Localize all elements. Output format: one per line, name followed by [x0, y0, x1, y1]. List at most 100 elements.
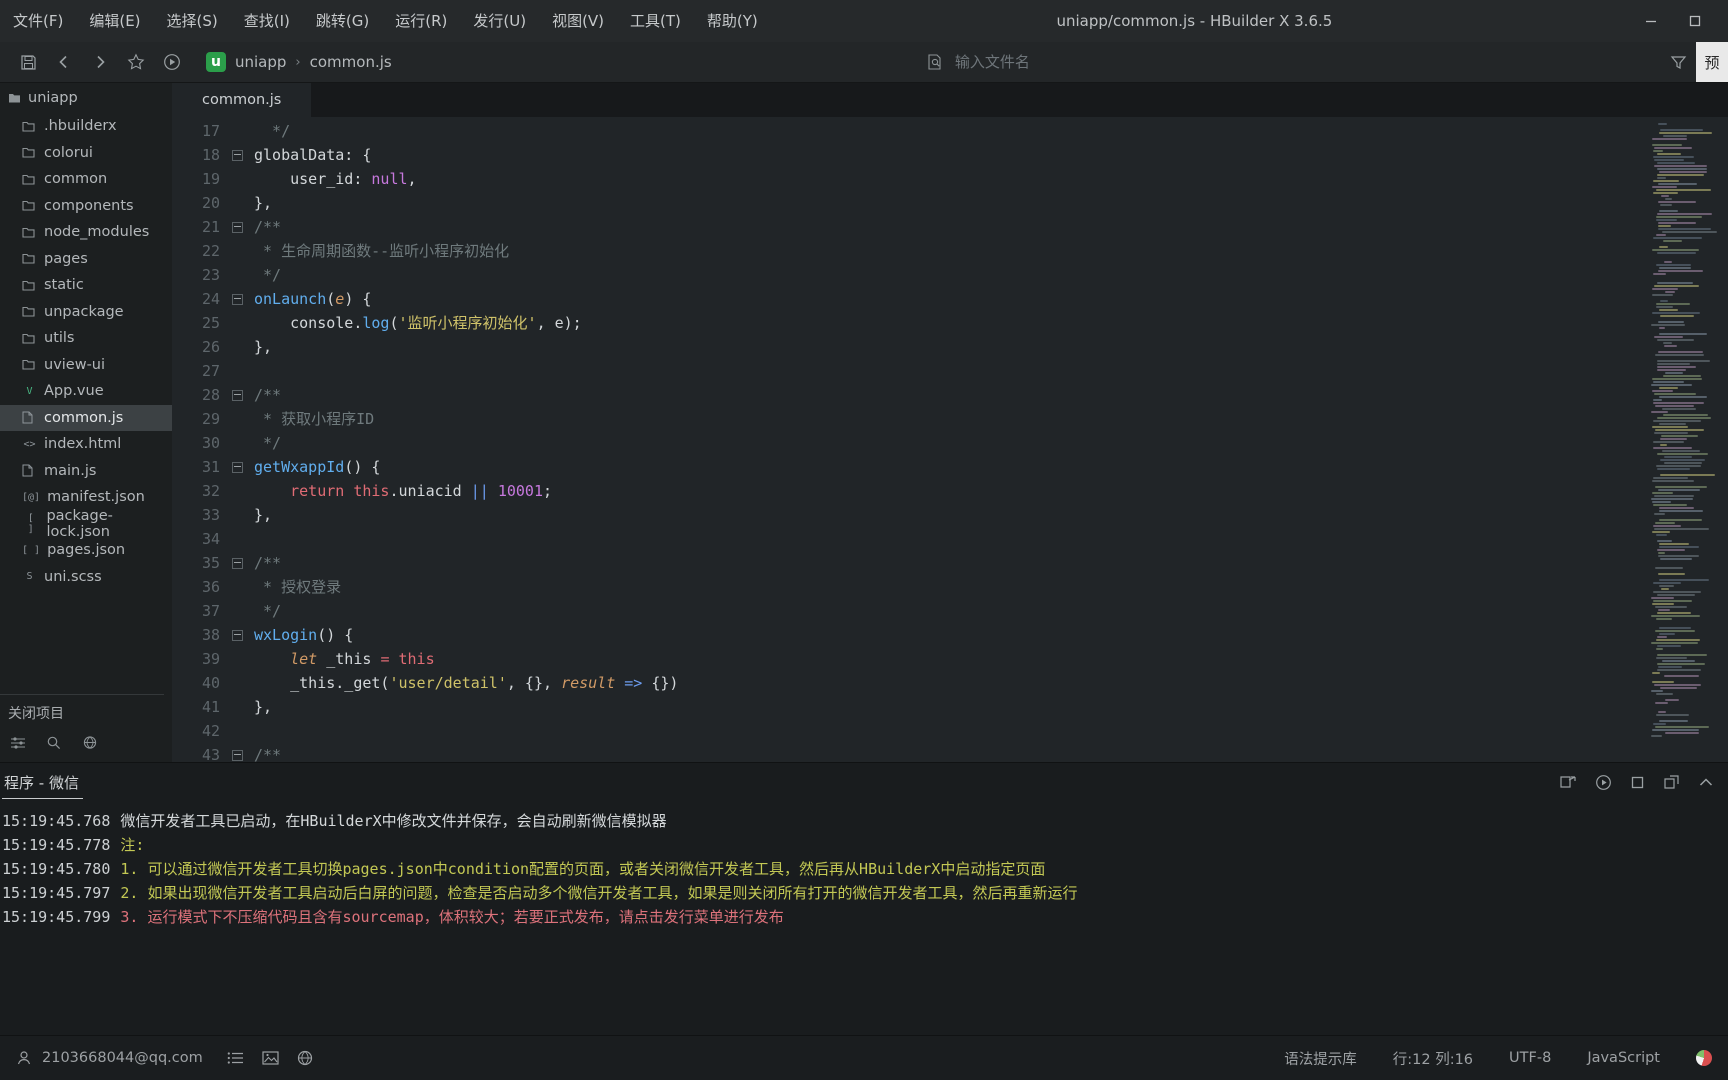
preview-button[interactable]: 预 [1696, 42, 1728, 82]
code-line[interactable]: 39 let _this = this [172, 647, 1644, 671]
tree-item[interactable]: <> index.html [0, 431, 172, 458]
code-line[interactable]: 18 globalData: { [172, 143, 1644, 167]
fold-marker-icon[interactable] [231, 389, 243, 401]
code-line[interactable]: 24 onLaunch(e) { [172, 287, 1644, 311]
tree-item[interactable]: common.js [0, 404, 172, 431]
console-tab[interactable]: 程序 - 微信 [2, 766, 83, 799]
code-line[interactable]: 31 getWxappId() { [172, 455, 1644, 479]
forward-button[interactable] [82, 47, 118, 77]
run-button[interactable] [154, 47, 190, 77]
code-line[interactable]: 42 [172, 719, 1644, 743]
fold-marker-icon[interactable] [231, 749, 243, 761]
code-line[interactable]: 21 /** [172, 215, 1644, 239]
outline-list-icon[interactable] [227, 1051, 244, 1065]
language[interactable]: JavaScript [1587, 1050, 1660, 1066]
globe-icon[interactable] [82, 735, 98, 750]
fold-marker-icon[interactable] [231, 629, 243, 641]
maximize-button[interactable] [1688, 14, 1702, 28]
code-line[interactable]: 41}, [172, 695, 1644, 719]
code-line[interactable]: 43 /** [172, 743, 1644, 762]
tree-item[interactable]: utils [0, 325, 172, 352]
back-button[interactable] [46, 47, 82, 77]
browser-icon[interactable] [297, 1050, 313, 1066]
detach-panel-icon[interactable] [1663, 774, 1680, 790]
code-line[interactable]: 32 return this.uniacid || 10001; [172, 479, 1644, 503]
file-search-input[interactable] [952, 52, 1107, 72]
tree-item[interactable]: uview-ui [0, 352, 172, 379]
tree-item[interactable]: unpackage [0, 299, 172, 326]
code-area[interactable]: 17 */18 globalData: {19 user_id: null, 20}… [172, 117, 1644, 762]
menu-item[interactable]: 帮助(Y) [694, 0, 771, 42]
code-line[interactable]: 33}, [172, 503, 1644, 527]
file-search-box[interactable] [926, 52, 1126, 72]
fold-marker-icon[interactable] [231, 293, 243, 305]
collapse-panel-icon[interactable] [1698, 776, 1714, 788]
minimize-button[interactable] [1644, 14, 1658, 28]
menu-item[interactable]: 发行(U) [460, 0, 539, 42]
code-line[interactable]: 35 /** [172, 551, 1644, 575]
code-line[interactable]: 29 * 获取小程序ID [172, 407, 1644, 431]
tree-item[interactable]: [ ] pages.json [0, 537, 172, 564]
open-in-browser-icon[interactable] [1559, 774, 1577, 790]
tree-item[interactable]: V App.vue [0, 378, 172, 405]
menu-item[interactable]: 选择(S) [154, 0, 231, 42]
tree-item[interactable]: components [0, 193, 172, 220]
fold-marker-icon[interactable] [231, 221, 243, 233]
menu-item[interactable]: 查找(I) [231, 0, 303, 42]
code-line[interactable]: 40 _this._get('user/detail', {}, result … [172, 671, 1644, 695]
code-line[interactable]: 25 console.log('监听小程序初始化', e); [172, 311, 1644, 335]
code-line[interactable]: 28 /** [172, 383, 1644, 407]
menu-item[interactable]: 文件(F) [0, 0, 76, 42]
code-line[interactable]: 26}, [172, 335, 1644, 359]
fold-marker-icon[interactable] [231, 557, 243, 569]
code-line[interactable]: 27 [172, 359, 1644, 383]
code-line[interactable]: 30 */ [172, 431, 1644, 455]
tree-item[interactable]: colorui [0, 140, 172, 167]
search-icon[interactable] [46, 735, 62, 750]
code-line[interactable]: 17 */ [172, 119, 1644, 143]
code-line[interactable]: 19 user_id: null, [172, 167, 1644, 191]
account-area[interactable]: 2103668044@qq.com [16, 1050, 203, 1066]
tree-item[interactable]: .hbuilderx [0, 113, 172, 140]
syntax-lib[interactable]: 语法提示库 [1284, 1048, 1357, 1069]
favorite-button[interactable] [118, 47, 154, 77]
console-output[interactable]: 15:19:45.768 微信开发者工具已启动，在HBuilderX中修改文件并保… [0, 801, 1728, 929]
menu-item[interactable]: 跳转(G) [303, 0, 382, 42]
tree-item[interactable]: Suni.scss [0, 564, 172, 591]
tree-item[interactable]: common [0, 166, 172, 193]
rerun-icon[interactable] [1595, 774, 1612, 791]
tree-item[interactable]: static [0, 272, 172, 299]
encoding[interactable]: UTF-8 [1509, 1050, 1551, 1066]
minimap[interactable] [1644, 117, 1728, 762]
tree-item[interactable]: [ ] package-lock.json [0, 508, 172, 540]
tree-item[interactable]: pages [0, 246, 172, 273]
image-icon[interactable] [262, 1051, 279, 1065]
cursor-position[interactable]: 行:12 列:16 [1393, 1048, 1473, 1069]
editor-tab-common-js[interactable]: common.js [172, 83, 312, 117]
project-root[interactable]: uniapp [0, 83, 172, 113]
breadcrumb-project[interactable]: uniapp [235, 53, 286, 71]
code-line[interactable]: 23 */ [172, 263, 1644, 287]
tree-item[interactable]: main.js [0, 458, 172, 485]
closed-projects-label[interactable]: 关闭项目 [0, 703, 172, 723]
code-line[interactable]: 22 * 生命周期函数--监听小程序初始化 [172, 239, 1644, 263]
menu-item[interactable]: 工具(T) [617, 0, 694, 42]
menu-item[interactable]: 视图(V) [539, 0, 617, 42]
settings-icon[interactable] [10, 735, 26, 750]
code-line[interactable]: 20}, [172, 191, 1644, 215]
community-logo-icon[interactable] [1696, 1050, 1712, 1066]
code-line[interactable]: 34 [172, 527, 1644, 551]
save-button[interactable] [10, 47, 46, 77]
breadcrumb-file[interactable]: common.js [310, 53, 392, 71]
code-line[interactable]: 36 * 授权登录 [172, 575, 1644, 599]
tree-item[interactable]: [@] manifest.json [0, 484, 172, 511]
menu-item[interactable]: 运行(R) [382, 0, 460, 42]
fold-marker-icon[interactable] [231, 149, 243, 161]
filter-button[interactable] [1660, 47, 1696, 77]
tree-item[interactable]: node_modules [0, 219, 172, 246]
menu-item[interactable]: 编辑(E) [76, 0, 153, 42]
code-line[interactable]: 37 */ [172, 599, 1644, 623]
fold-marker-icon[interactable] [231, 461, 243, 473]
code-line[interactable]: 38 wxLogin() { [172, 623, 1644, 647]
stop-icon[interactable] [1630, 775, 1645, 790]
